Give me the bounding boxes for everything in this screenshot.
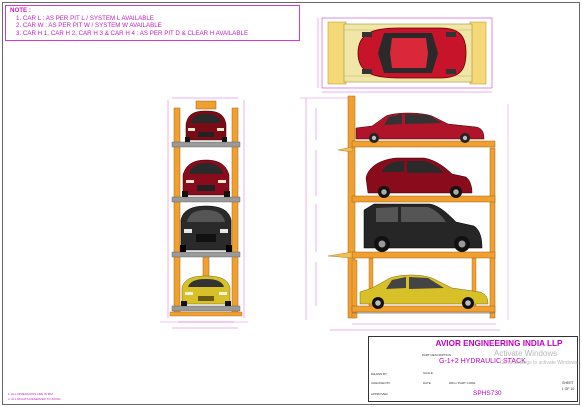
front-column-right [231, 107, 239, 315]
part-description-label: PART DESCRIPTION [422, 353, 452, 357]
front-platform-2 [171, 251, 241, 258]
front-car-second [182, 159, 230, 197]
sheet-number: 1 OF 10 [561, 387, 575, 391]
title-block: AVIOR ENGINEERING INDIA LLP PART DESCRIP… [368, 336, 578, 402]
footnote-1: 1. ALL DIMENSIONS ARE IN MM [8, 392, 53, 396]
front-center-post [202, 255, 210, 279]
front-platform-4 [171, 141, 241, 148]
plan-frame-left [327, 21, 347, 85]
plan-frame-right [469, 21, 487, 85]
watermark-line-2: Go to Settings to activate Windows. [500, 360, 579, 366]
side-post-front [489, 147, 496, 319]
notes-box: NOTE : 1. CAR L : AS PER PIT L / SYSTEM … [5, 5, 300, 41]
side-platform-2 [351, 251, 496, 259]
drg-no-label: DRG / PART CODE [449, 381, 476, 385]
checked-by-label: CHECKED BY [371, 381, 391, 385]
front-view [160, 97, 248, 329]
sheet-label: SHEET [562, 381, 574, 385]
watermark-line-1: Activate Windows [494, 349, 558, 358]
plan-view [317, 17, 493, 93]
drawn-by-label: DRAWN BY [371, 372, 388, 376]
side-car-suv-black [363, 203, 483, 252]
drawing-number: SPHS730 [473, 390, 502, 397]
side-platform-3 [351, 195, 496, 203]
side-car-hatchback-yellow [359, 274, 489, 309]
approved-label: APPROVED [371, 392, 388, 396]
side-elevation [300, 95, 509, 331]
side-car-sedan-red [355, 112, 485, 143]
date-label: DATE [423, 381, 431, 385]
front-car-top [185, 110, 227, 142]
front-platform-1 [171, 305, 241, 312]
plan-car-top-view [357, 27, 467, 79]
notes-heading: NOTE : [10, 7, 31, 14]
front-platform-3 [171, 196, 241, 203]
note-line-2: 2. CAR W : AS PER PIT W / SYSTEM W AVAIL… [16, 22, 162, 30]
front-car-third [180, 205, 232, 252]
front-column-left [173, 107, 181, 315]
note-line-1: 1. CAR L : AS PER PIT L / SYSTEM L AVAIL… [16, 14, 154, 22]
front-car-bottom [181, 275, 231, 306]
note-line-3: 3. CAR H 1, CAR H 2, CAR H 3 & CAR H 4 :… [16, 29, 249, 37]
footnote-2: 2. ALL RIGHTS RESERVED TO AVIOR [8, 397, 61, 401]
scale-label: SCALE [423, 371, 433, 375]
side-car-hatchback-red [365, 157, 473, 198]
